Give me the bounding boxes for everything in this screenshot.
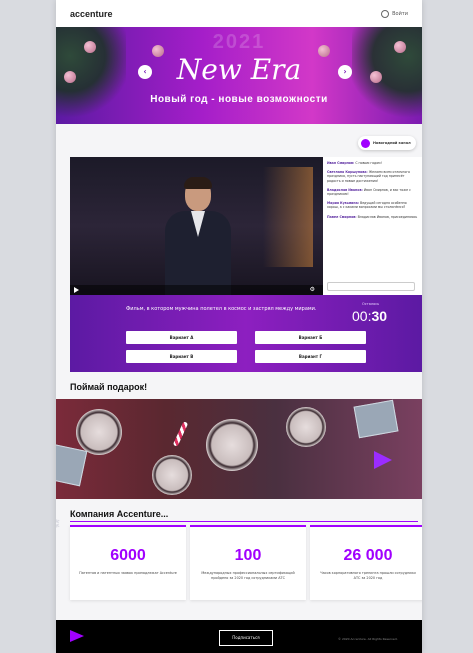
stat-card: 6000 Патентов и патентных заявок принадл…: [70, 525, 186, 600]
stat-description: Международных профессиональных сертифика…: [201, 571, 295, 580]
login-label: Войти: [392, 10, 408, 17]
section-divider: [70, 521, 418, 522]
snowflake-icon: ❄: [56, 314, 57, 335]
chat-bubble-icon: [361, 138, 370, 148]
play-icon[interactable]: [74, 287, 79, 293]
decor-plate: [206, 419, 258, 471]
accenture-arrow-logo[interactable]: [70, 630, 84, 642]
candy-cane: [172, 421, 189, 447]
gear-icon[interactable]: ⚙: [310, 286, 315, 293]
snowflake-icon: ❄: [56, 514, 61, 535]
presenter-hair: [184, 177, 212, 189]
studio-light: [263, 167, 313, 267]
presenter-figure: [165, 177, 231, 295]
chat-message: Владислав Иванов: Иван Смирнов, и вас то…: [327, 188, 418, 196]
timer-label: Осталось: [362, 302, 380, 306]
quiz-option-b[interactable]: Вариант Б: [255, 331, 366, 344]
gift-box[interactable]: [353, 399, 399, 439]
chat-message: Иван Смирнов: С новым годом!: [327, 161, 418, 165]
stat-card: 26 000 Часов корпоративного тренинга про…: [310, 525, 422, 600]
chat-message: Мария Кузьмина: Ведущий сегодня особенно…: [327, 201, 418, 209]
decor-plate: [76, 409, 122, 455]
decor-plate: [152, 455, 192, 495]
stat-value: 6000: [110, 547, 146, 564]
decor-plate: [286, 407, 326, 447]
gift-section-title: Поймай подарок!: [70, 382, 148, 392]
snowflake-icon: ❄: [56, 164, 57, 185]
login-link[interactable]: Войти: [381, 9, 408, 18]
hero-banner: 2021 ‹ New Era › Новый год - новые возмо…: [56, 27, 422, 124]
stream-block: ⚙ Иван Смирнов: С новым годом! Светлана …: [70, 157, 422, 372]
subscribe-button[interactable]: Подписаться: [219, 630, 273, 646]
company-section-title: Компания Accenture...: [70, 509, 169, 519]
hero-year: 2021: [212, 31, 266, 53]
page: accenture Войти 2021 ‹ New Era › Новый г…: [56, 0, 422, 653]
chat-text: Владислав Иванов, присоединяюсь: [357, 214, 418, 219]
stat-value: 100: [234, 547, 262, 564]
chat-message: Светлана Коршунова: Желаем всем отличног…: [327, 170, 418, 183]
stat-value: 26 000: [343, 547, 393, 564]
stat-card: 100 Международных профессиональных серти…: [190, 525, 306, 600]
stat-description: Патентов и патентных заявок принадлежат …: [79, 571, 177, 575]
video-player[interactable]: ⚙: [70, 157, 323, 295]
gift-box[interactable]: [56, 443, 88, 487]
timer-value: 30: [371, 308, 388, 324]
footer: Подписаться © 2020 Accenture. All Rights…: [56, 620, 422, 653]
quiz-option-a[interactable]: Вариант А: [126, 331, 237, 344]
accent-arrow-icon: [374, 451, 392, 469]
quiz-question: Фильм, в котором мужчина полетел в космо…: [126, 306, 317, 312]
chat-input[interactable]: [327, 282, 415, 291]
quiz-option-c[interactable]: Вариант В: [126, 350, 237, 363]
chat-message: Павел Смирнов: Владислав Иванов, присоед…: [327, 215, 418, 219]
stat-description: Часов корпоративного тренинга прошли сот…: [320, 571, 416, 580]
quiz-timer: 00:30: [352, 308, 387, 324]
top-bar: accenture Войти: [56, 0, 422, 27]
quiz-option-d[interactable]: Вариант Г: [255, 350, 366, 363]
chat-channel-button[interactable]: Новогодний канал: [358, 136, 416, 150]
chat-text: С новым годом!: [355, 161, 382, 165]
timer-prefix: 00:: [352, 308, 372, 324]
hero-subtitle: Новый год - новые возможности: [150, 94, 328, 105]
chat-author: Иван Смирнов:: [327, 161, 355, 165]
user-circle-icon: [381, 9, 390, 18]
chat-author: Павел Смирнов:: [327, 214, 357, 219]
copyright: © 2020 Accenture. All Rights Reserved.: [338, 637, 398, 641]
main-content: ❄ ❄ ❄ Новогодний канал ⚙: [56, 124, 422, 624]
gift-game-area[interactable]: [56, 399, 422, 499]
chat-panel: Иван Смирнов: С новым годом! Светлана Ко…: [323, 157, 422, 295]
chat-channel-label: Новогодний канал: [373, 141, 411, 145]
hero-next-button[interactable]: ›: [338, 65, 352, 79]
hero-title: New Era: [176, 53, 302, 86]
accenture-logo[interactable]: accenture: [70, 9, 113, 19]
quiz-panel: Фильм, в котором мужчина полетел в космо…: [70, 295, 422, 372]
video-controls: ⚙: [70, 285, 323, 295]
